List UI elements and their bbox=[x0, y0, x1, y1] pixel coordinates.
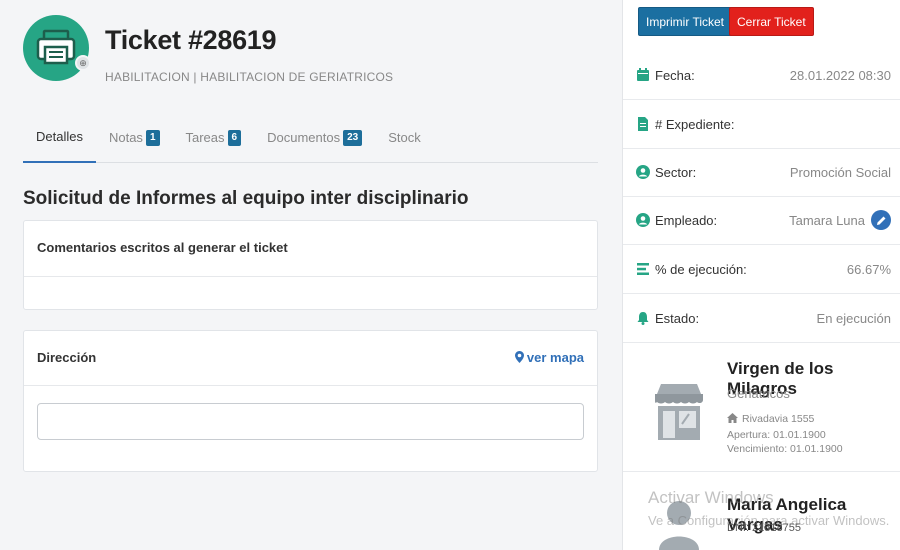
fecha-value: 28.01.2022 08:30 bbox=[789, 67, 891, 83]
count-badge: 23 bbox=[343, 129, 363, 146]
map-marker-icon bbox=[514, 351, 524, 363]
estado-label: Estado: bbox=[655, 310, 700, 326]
view-map-link[interactable]: ver mapa bbox=[514, 350, 584, 365]
expediente-label: # Expediente: bbox=[655, 116, 735, 132]
tab-tareas[interactable]: Tareas 6 bbox=[173, 112, 255, 163]
person-card: Maria Angelica Vargas DNI: 21818755 bbox=[623, 472, 900, 550]
ticket-sidebar: Imprimir Ticket Cerrar Ticket Fecha: 28.… bbox=[622, 0, 900, 550]
tab-documentos[interactable]: Documentos 23 bbox=[254, 112, 375, 163]
address-card-title: Dirección bbox=[37, 350, 97, 365]
tab-label: Documentos bbox=[267, 130, 341, 145]
page-title: Ticket #28619 bbox=[105, 25, 277, 55]
info-row-expediente: # Expediente: bbox=[623, 100, 900, 149]
calendar-icon bbox=[637, 68, 649, 81]
info-row-sector: Sector: Promoción Social bbox=[623, 148, 900, 197]
info-row-estado: Estado: En ejecución bbox=[623, 294, 900, 343]
view-map-label: ver mapa bbox=[526, 350, 584, 365]
close-ticket-button[interactable]: Cerrar Ticket bbox=[729, 7, 814, 36]
globe-icon: ⊕ bbox=[75, 55, 91, 71]
section-title: Solicitud de Informes al equipo inter di… bbox=[23, 188, 469, 209]
list-icon bbox=[637, 263, 649, 275]
sector-value: Promoción Social bbox=[789, 164, 891, 180]
windows-watermark-text: Ve a Configuración para activar Windows. bbox=[648, 513, 890, 528]
address-text: Rivadavia 1555 bbox=[742, 413, 815, 425]
fecha-label: Fecha: bbox=[655, 67, 695, 83]
tab-stock[interactable]: Stock bbox=[375, 112, 434, 163]
tab-label: Stock bbox=[388, 130, 421, 145]
address-input[interactable] bbox=[37, 403, 584, 440]
info-row-fecha: Fecha: 28.01.2022 08:30 bbox=[623, 51, 900, 100]
comments-card: Comentarios escritos al generar el ticke… bbox=[23, 220, 598, 310]
comments-card-title: Comentarios escritos al generar el ticke… bbox=[24, 221, 597, 277]
tab-notas[interactable]: Notas 1 bbox=[96, 112, 173, 163]
ejecucion-value: 66.67% bbox=[846, 261, 891, 277]
ticket-main: ⊕ Ticket #28619 HABILITACION | HABILITAC… bbox=[0, 0, 622, 550]
printer-icon bbox=[36, 29, 76, 65]
ticket-avatar: ⊕ bbox=[23, 15, 91, 81]
ticket-subtitle: HABILITACION | HABILITACION DE GERIATRIC… bbox=[105, 70, 394, 84]
info-row-empleado: Empleado: Tamara Luna bbox=[623, 196, 900, 245]
pencil-icon bbox=[876, 216, 885, 225]
establishment-category: Geriatricos bbox=[727, 386, 790, 401]
bell-icon bbox=[637, 312, 649, 325]
tab-detalles[interactable]: Detalles bbox=[23, 112, 96, 163]
address-card: Dirección ver mapa bbox=[23, 330, 598, 472]
tab-label: Notas bbox=[108, 130, 143, 145]
establishment-card: Virgen de los Milagros Geriatricos Rivad… bbox=[623, 342, 900, 472]
establishment-address: Rivadavia 1555 bbox=[727, 413, 814, 425]
vencimiento-date: Vencimiento: 01.01.1900 bbox=[727, 443, 843, 455]
edit-employee-button[interactable] bbox=[871, 210, 891, 230]
file-icon bbox=[638, 117, 648, 131]
print-ticket-button[interactable]: Imprimir Ticket bbox=[638, 7, 732, 36]
empleado-label: Empleado: bbox=[655, 212, 718, 228]
sector-label: Sector: bbox=[655, 164, 697, 180]
tab-label: Tareas bbox=[185, 130, 225, 145]
count-badge: 6 bbox=[227, 129, 242, 146]
user-circle-icon bbox=[636, 165, 650, 179]
store-icon bbox=[655, 384, 703, 440]
home-icon bbox=[727, 413, 738, 423]
tab-label: Detalles bbox=[36, 129, 83, 144]
estado-value: En ejecución bbox=[816, 310, 891, 326]
user-circle-icon bbox=[636, 213, 650, 227]
count-badge: 1 bbox=[145, 129, 160, 146]
windows-watermark-title: Activar Windows bbox=[648, 488, 774, 507]
address-card-header: Dirección ver mapa bbox=[24, 331, 597, 386]
ejecucion-label: % de ejecución: bbox=[655, 261, 747, 277]
info-row-ejecucion: % de ejecución: 66.67% bbox=[623, 245, 900, 294]
apertura-date: Apertura: 01.01.1900 bbox=[727, 429, 826, 441]
ticket-tabs: Detalles Notas 1 Tareas 6 Documentos 23 … bbox=[23, 112, 598, 163]
empleado-value: Tamara Luna bbox=[789, 212, 865, 228]
